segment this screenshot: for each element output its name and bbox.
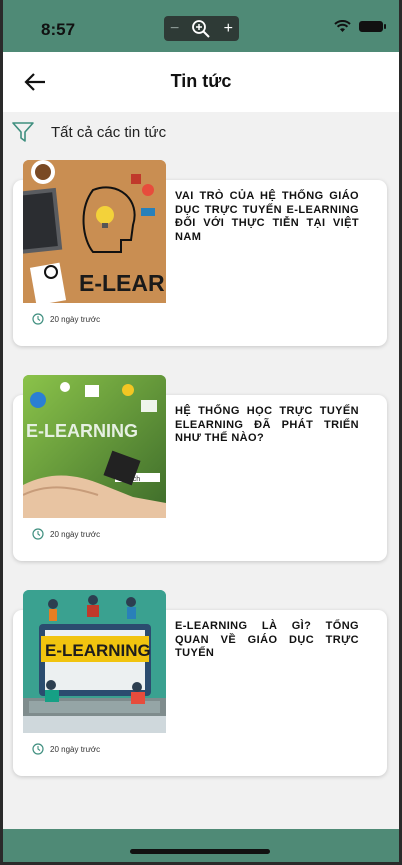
filter-icon <box>12 122 34 142</box>
page-title: Tin tức <box>170 71 232 91</box>
elearning-hand-illustration: E-LEARNING Search <box>23 375 166 518</box>
battery-icon <box>359 21 386 32</box>
thumbnail-text: E-LEARNING <box>45 641 151 660</box>
article-meta: 20 ngày trước <box>32 313 100 325</box>
article-title[interactable]: E-LEARNING LÀ GÌ? TỔNG QUAN VỀ GIÁO DỤC … <box>175 620 359 661</box>
thumbnail-text: E-LEARN <box>79 270 166 296</box>
zoom-in-button[interactable]: + <box>224 20 233 38</box>
bottom-bar <box>3 829 399 862</box>
article-time: 20 ngày trước <box>50 744 101 754</box>
article-meta: 20 ngày trước <box>32 743 100 755</box>
clock-icon <box>32 528 44 540</box>
magnifier-icon <box>192 19 211 38</box>
filter-toggle[interactable]: Tất cả các tin tức <box>11 118 166 146</box>
zoom-out-button[interactable]: − <box>170 20 179 38</box>
article-title[interactable]: HỆ THỐNG HỌC TRỰC TUYẾN ELEARNING ĐÃ PHÁ… <box>175 405 359 446</box>
clock-icon <box>32 313 44 325</box>
home-indicator[interactable] <box>130 849 270 854</box>
article-title[interactable]: VAI TRÒ CỦA HỆ THỐNG GIÁO DỤC TRỰC TUYẾN… <box>175 190 359 244</box>
article-thumbnail[interactable]: E-LEARNING <box>23 590 166 733</box>
clock-icon <box>32 743 44 755</box>
article-time: 20 ngày trước <box>50 529 101 539</box>
wifi-icon <box>334 20 351 32</box>
article-meta: 20 ngày trước <box>32 528 100 540</box>
elearning-head-illustration: E-LEARN <box>23 160 166 303</box>
article-thumbnail[interactable]: E-LEARNING Search <box>23 375 166 518</box>
status-time: 8:57 <box>41 20 76 39</box>
thumbnail-text: E-LEARNING <box>26 421 138 441</box>
article-time: 20 ngày trước <box>50 314 101 324</box>
status-bar: 8:57 − + <box>3 0 399 52</box>
elearning-laptop-illustration: E-LEARNING <box>23 590 166 733</box>
zoom-control[interactable]: − + <box>164 16 239 41</box>
filter-label: Tất cả các tin tức <box>51 123 167 141</box>
article-thumbnail[interactable]: E-LEARN <box>23 160 166 303</box>
phone-screen: 8:57 − + Tin tức Tất cả các tin tức E-LE… <box>3 0 399 862</box>
app-header: Tin tức <box>3 52 399 112</box>
